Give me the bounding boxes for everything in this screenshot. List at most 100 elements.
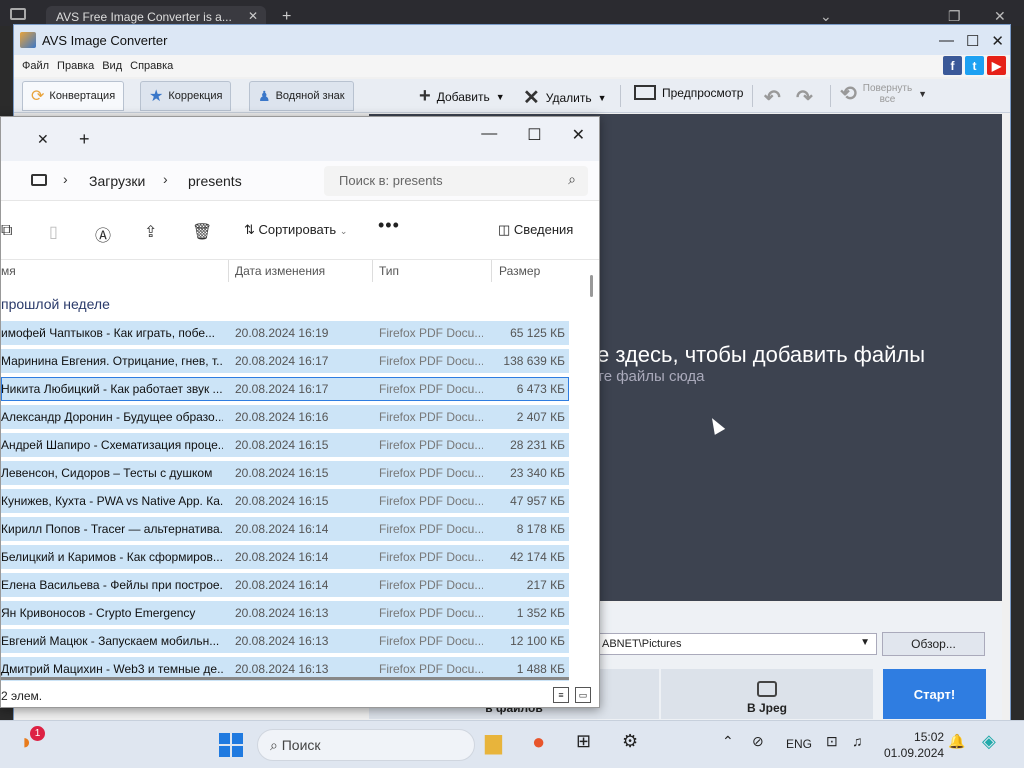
file-row[interactable]: Никита Любицкий - Как работает звук ... 2… xyxy=(1,375,569,403)
breadcrumb-downloads[interactable]: Загрузки xyxy=(89,173,145,189)
step-format[interactable]: В Jpeg xyxy=(661,669,873,719)
file-row[interactable]: Кунижев, Кухта - PWA vs Native App. Ка..… xyxy=(1,487,569,515)
start-button[interactable]: Старт! xyxy=(883,669,986,719)
tab-watermark[interactable]: ♟ Водяной знак xyxy=(249,81,354,111)
tab-actions-icon[interactable] xyxy=(10,8,26,20)
menu-file[interactable]: Файл xyxy=(22,60,49,72)
delete-button[interactable]: ✕ Удалить ▼ xyxy=(523,85,607,110)
browse-button[interactable]: Обзор... xyxy=(882,632,985,656)
restore-icon[interactable]: ❐ xyxy=(948,8,961,25)
output-folder-select[interactable]: ABNET\Pictures ▼ xyxy=(595,633,877,655)
social-links: f t ▶ xyxy=(943,56,1006,75)
bell-icon[interactable]: 🔔 xyxy=(948,733,965,750)
close-tab-icon[interactable]: ✕ xyxy=(248,9,258,23)
clock[interactable]: 15:02 01.09.2024 xyxy=(884,729,944,761)
search-placeholder: Поиск в: presents xyxy=(339,173,443,188)
facebook-icon[interactable]: f xyxy=(943,56,962,75)
start-button[interactable] xyxy=(219,733,243,757)
close-icon[interactable]: ✕ xyxy=(572,125,585,145)
file-row[interactable]: Евгений Мацюк - Запускаем мобильн... 20.0… xyxy=(1,627,569,655)
vertical-scrollbar[interactable] xyxy=(590,275,593,297)
horizontal-scrollbar[interactable] xyxy=(1,677,569,680)
file-name: Александр Доронин - Будущее образо... xyxy=(1,410,223,424)
close-icon[interactable]: ✕ xyxy=(991,32,1004,50)
close-browser-icon[interactable]: ✕ xyxy=(994,8,1006,25)
file-row[interactable]: Левенсон, Сидоров – Тесты с душком 20.08.… xyxy=(1,459,569,487)
rotate-all-button[interactable]: ⟲ Повернуть все ▼ xyxy=(840,81,927,106)
cross-icon: ✕ xyxy=(523,87,540,109)
file-row[interactable]: Белицкий и Каримов - Как сформиров... 20.… xyxy=(1,543,569,571)
column-size[interactable]: Размер xyxy=(499,264,540,278)
new-tab-icon[interactable]: + xyxy=(79,129,90,150)
paste-icon[interactable]: ▯ xyxy=(49,222,58,242)
tab-correction[interactable]: ★ Коррекция xyxy=(140,81,232,111)
twitter-icon[interactable]: t xyxy=(965,56,984,75)
column-divider[interactable] xyxy=(228,260,229,282)
avs-taskbar-icon[interactable]: ⚙ xyxy=(622,731,638,752)
chevron-up-icon[interactable]: ⌃ xyxy=(722,733,734,750)
minimize-icon[interactable]: — xyxy=(481,125,497,145)
file-type: Firefox PDF Docu... xyxy=(379,438,483,452)
details-button[interactable]: ◫ Сведения xyxy=(498,222,573,238)
file-row[interactable]: Кирилл Попов - Tracer — альтернатива... 2… xyxy=(1,515,569,543)
share-icon[interactable]: ⇪ xyxy=(144,222,157,242)
breadcrumb-presents[interactable]: presents xyxy=(188,173,242,189)
close-tab-icon[interactable]: ✕ xyxy=(37,131,49,148)
column-type[interactable]: Тип xyxy=(379,264,399,278)
computer-icon[interactable] xyxy=(31,174,47,186)
language-indicator[interactable]: ENG xyxy=(786,737,812,751)
file-row[interactable]: Елена Васильева - Фейлы при построе... 20… xyxy=(1,571,569,599)
preview-button-label: Предпросмотр xyxy=(662,85,744,100)
menu-edit[interactable]: Правка xyxy=(57,60,94,72)
chevron-right-icon: › xyxy=(163,171,168,187)
file-name: Левенсон, Сидоров – Тесты с душком xyxy=(1,466,213,480)
column-name[interactable]: мя xyxy=(1,264,16,278)
chevron-down-icon[interactable]: ⌄ xyxy=(820,8,832,25)
group-header[interactable]: прошлой неделе xyxy=(1,296,110,312)
column-date[interactable]: Дата изменения xyxy=(235,264,325,278)
menu-help[interactable]: Справка xyxy=(130,60,173,72)
avs-title: AVS Image Converter xyxy=(42,32,168,48)
display-icon[interactable]: ⊡ xyxy=(826,733,838,750)
rename-icon[interactable]: Ⓐ xyxy=(95,222,111,246)
preview-button[interactable]: Предпросмотр xyxy=(634,85,743,100)
network-app-icon[interactable]: ⊞ xyxy=(576,731,591,752)
more-options-icon[interactable]: ••• xyxy=(378,215,400,236)
file-row[interactable]: Андрей Шапиро - Схематизация проце... 20.… xyxy=(1,431,569,459)
file-row[interactable]: Александр Доронин - Будущее образо... 20.… xyxy=(1,403,569,431)
column-divider[interactable] xyxy=(491,260,492,282)
add-button[interactable]: + Добавить ▼ xyxy=(419,85,505,108)
file-name: Андрей Шапиро - Схематизация проце... xyxy=(1,438,223,452)
file-size: 8 178 КБ xyxy=(516,522,565,536)
file-row[interactable]: имофей Чаптыков - Как играть, побе... 20.… xyxy=(1,319,569,347)
file-row[interactable]: Маринина Евгения. Отрицание, гнев, т... 2… xyxy=(1,347,569,375)
search-input[interactable]: Поиск в: presents ⌕ xyxy=(324,166,588,196)
menu-view[interactable]: Вид xyxy=(102,60,122,72)
volume-icon[interactable]: ♫ xyxy=(852,733,863,749)
battery-icon[interactable]: ⊘ xyxy=(752,733,764,750)
firefox-icon[interactable]: ● xyxy=(532,729,545,755)
sort-button[interactable]: ⇅ Сортировать ⌄ xyxy=(244,222,347,238)
maximize-icon[interactable]: ☐ xyxy=(527,125,541,145)
details-label: Сведения xyxy=(513,222,574,237)
trash-icon[interactable]: 🗑 xyxy=(192,222,212,242)
tiles-view-icon[interactable]: ▭ xyxy=(575,687,591,703)
rotate-right-button[interactable]: ↷ xyxy=(796,85,813,110)
maximize-icon[interactable]: ☐ xyxy=(966,32,979,50)
copilot-icon[interactable]: ◈ xyxy=(982,731,996,752)
file-row[interactable]: Ян Кривоносов - Crypto Emergency 20.08.20… xyxy=(1,599,569,627)
details-view-icon[interactable]: ≡ xyxy=(553,687,569,703)
copy-icon[interactable]: ⧉ xyxy=(1,222,12,240)
file-explorer-icon[interactable]: ▆ xyxy=(485,729,502,755)
minimize-icon[interactable]: — xyxy=(939,32,954,50)
tab-conversion[interactable]: ⟳ Конвертация xyxy=(22,81,125,111)
sort-label: Сортировать xyxy=(258,222,337,237)
taskbar-search[interactable]: ⌕ Поиск xyxy=(257,729,475,761)
column-divider[interactable] xyxy=(372,260,373,282)
star-icon: ★ xyxy=(149,88,164,105)
youtube-icon[interactable]: ▶ xyxy=(987,56,1006,75)
chevron-down-icon: ▼ xyxy=(597,92,607,103)
file-date: 20.08.2024 16:17 xyxy=(235,354,329,368)
rotate-left-button[interactable]: ↶ xyxy=(764,85,781,110)
toolbar-divider xyxy=(752,85,753,107)
